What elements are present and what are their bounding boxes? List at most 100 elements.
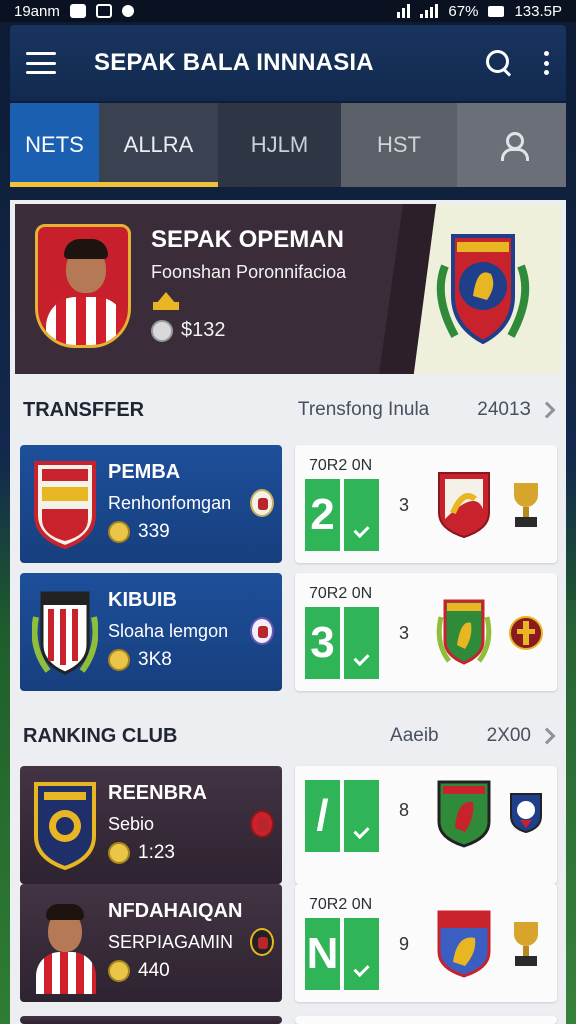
- search-icon[interactable]: [484, 48, 514, 78]
- club-badge-icon: [250, 489, 274, 517]
- ranking-club-card[interactable]: REENBRA Sebio 1:23: [20, 766, 282, 884]
- location-icon: [121, 5, 134, 17]
- check-icon: [344, 479, 379, 551]
- ranking-sub: SERPIAGAMIN: [108, 932, 234, 952]
- status-time: 19anm: [14, 2, 60, 20]
- transfer-stat: 3K8: [108, 649, 172, 671]
- coin-icon: [108, 842, 130, 864]
- ranking-card-partial[interactable]: [20, 1016, 282, 1024]
- transfer-player-card[interactable]: PEMBA Renhonfomgan 339: [20, 445, 282, 563]
- score-box: 2: [305, 479, 379, 551]
- club-crest-icon: [34, 461, 96, 549]
- ranking-card-partial[interactable]: [295, 1016, 557, 1024]
- score-box: 3: [305, 607, 379, 679]
- ranking-stat: 1:23: [108, 842, 175, 864]
- ranking-stat-value: 1:23: [138, 842, 175, 863]
- club-crest-icon: [438, 472, 490, 539]
- ranking-stat-value: 440: [138, 960, 170, 981]
- ranking-player-card[interactable]: NFDAHAIQAN SERPIAGAMIN 440: [20, 884, 282, 1002]
- transfer-score-card[interactable]: 70R2 0N 2 3: [295, 445, 557, 563]
- notification-icon: [69, 4, 86, 18]
- tab-bar: NETS ALLRA HJLM HST: [10, 103, 566, 187]
- score-mid: 9: [399, 934, 410, 954]
- score-box: N: [305, 918, 379, 990]
- trophy-icon: [509, 922, 543, 968]
- ranking-score-card[interactable]: / 8: [295, 766, 557, 884]
- score-label: 70R2 0N: [309, 457, 373, 474]
- ranking-score-card[interactable]: 70R2 0N N 9: [295, 884, 557, 1002]
- club-crest-icon: [436, 599, 492, 665]
- tab-hjlm[interactable]: HJLM: [218, 103, 341, 187]
- transfer-player-card[interactable]: KIBUIB Sloaha lemgon 3K8: [20, 573, 282, 691]
- hero-stat: $132: [151, 319, 226, 342]
- club-crest-icon: [437, 910, 491, 978]
- menu-icon[interactable]: [26, 52, 56, 74]
- ranking-title: RANKING CLUB: [23, 724, 178, 747]
- check-icon: [344, 780, 379, 852]
- transfer-title: TRANSFFER: [23, 398, 145, 421]
- score-digit: 3: [305, 607, 340, 679]
- score-digit: /: [305, 780, 340, 852]
- transfer-year: 2401З: [477, 399, 531, 420]
- club-badge-icon: [250, 810, 274, 838]
- club-crest-icon: [436, 234, 530, 345]
- tab-profile[interactable]: [457, 103, 566, 187]
- status-bar: 19anm 67% 133.5P: [0, 0, 576, 22]
- score-mid: 8: [399, 800, 410, 820]
- club-crest-icon: [437, 780, 491, 848]
- person-icon: [499, 132, 529, 161]
- transfer-stat: 339: [108, 521, 170, 543]
- score-mid: 3: [399, 495, 410, 515]
- coin-icon: [108, 960, 130, 982]
- coin-icon: [108, 521, 130, 543]
- club-badge-icon: [250, 928, 274, 956]
- coin-icon: [151, 319, 173, 342]
- ranking-stat: 440: [108, 960, 170, 982]
- battery-percent: 67%: [448, 2, 479, 20]
- score-label: 70R2 0N: [309, 585, 373, 602]
- more-options-icon[interactable]: [542, 51, 550, 75]
- transfer-score-card[interactable]: 70R2 0N 3 3: [295, 573, 557, 691]
- app-bar: SEPAK BALA INNNASIA: [10, 25, 566, 101]
- check-icon: [344, 607, 379, 679]
- hero-player-name: SEPAK OPEMAN: [151, 226, 344, 253]
- status-clock: 133.5P: [514, 2, 562, 20]
- club-crest-icon: [509, 616, 543, 650]
- tab-allra[interactable]: ALLRA: [99, 103, 218, 187]
- transfer-sub: Renhonfomgan: [108, 493, 232, 513]
- score-digit: N: [305, 918, 340, 990]
- chevron-right-icon[interactable]: [538, 727, 556, 745]
- ranking-sub: Sebio: [108, 814, 155, 834]
- club-badge-icon: [250, 617, 274, 645]
- score-mid: 3: [399, 623, 410, 643]
- ranking-name: NFDAHAIQAN: [108, 900, 243, 922]
- transfer-name: PEMBA: [108, 461, 181, 483]
- tab-nets[interactable]: NETS: [10, 103, 99, 187]
- transfer-subtitle: Trensfong Inula: [297, 399, 430, 420]
- main-panel: SEPAK OPEMAN Foonshan Poronnifacioa $132…: [10, 200, 566, 1024]
- score-digit: 2: [305, 479, 340, 551]
- club-crest-icon: [34, 782, 96, 870]
- battery-icon: [488, 5, 505, 17]
- club-crest-icon: [32, 591, 98, 675]
- player-photo: [35, 224, 131, 348]
- ranking-name: REENBRA: [108, 782, 207, 804]
- chevron-right-icon[interactable]: [538, 401, 556, 419]
- hero-subtitle: Foonshan Poronnifacioa: [151, 262, 347, 282]
- ranking-subtitle: Aaeib: [390, 725, 439, 746]
- wifi-icon: [397, 4, 411, 18]
- app-title: SEPAK BALA INNNASIA: [94, 49, 374, 76]
- image-icon: [95, 4, 112, 18]
- club-crest-icon: [510, 793, 542, 834]
- check-icon: [344, 918, 379, 990]
- ranking-year: 2X00: [486, 725, 531, 746]
- tab-hst[interactable]: HST: [341, 103, 457, 187]
- transfer-stat-value: 339: [138, 521, 170, 542]
- player-photo: [30, 894, 100, 994]
- ranking-section-header[interactable]: RANKING CLUB Aaeib 2X00: [15, 706, 561, 766]
- trophy-icon: [509, 483, 543, 529]
- transfer-section-header[interactable]: TRANSFFER Trensfong Inula 2401З: [15, 380, 561, 440]
- hero-stat-value: $132: [181, 319, 226, 341]
- featured-player-card[interactable]: SEPAK OPEMAN Foonshan Poronnifacioa $132: [15, 204, 561, 374]
- coin-icon: [108, 649, 130, 671]
